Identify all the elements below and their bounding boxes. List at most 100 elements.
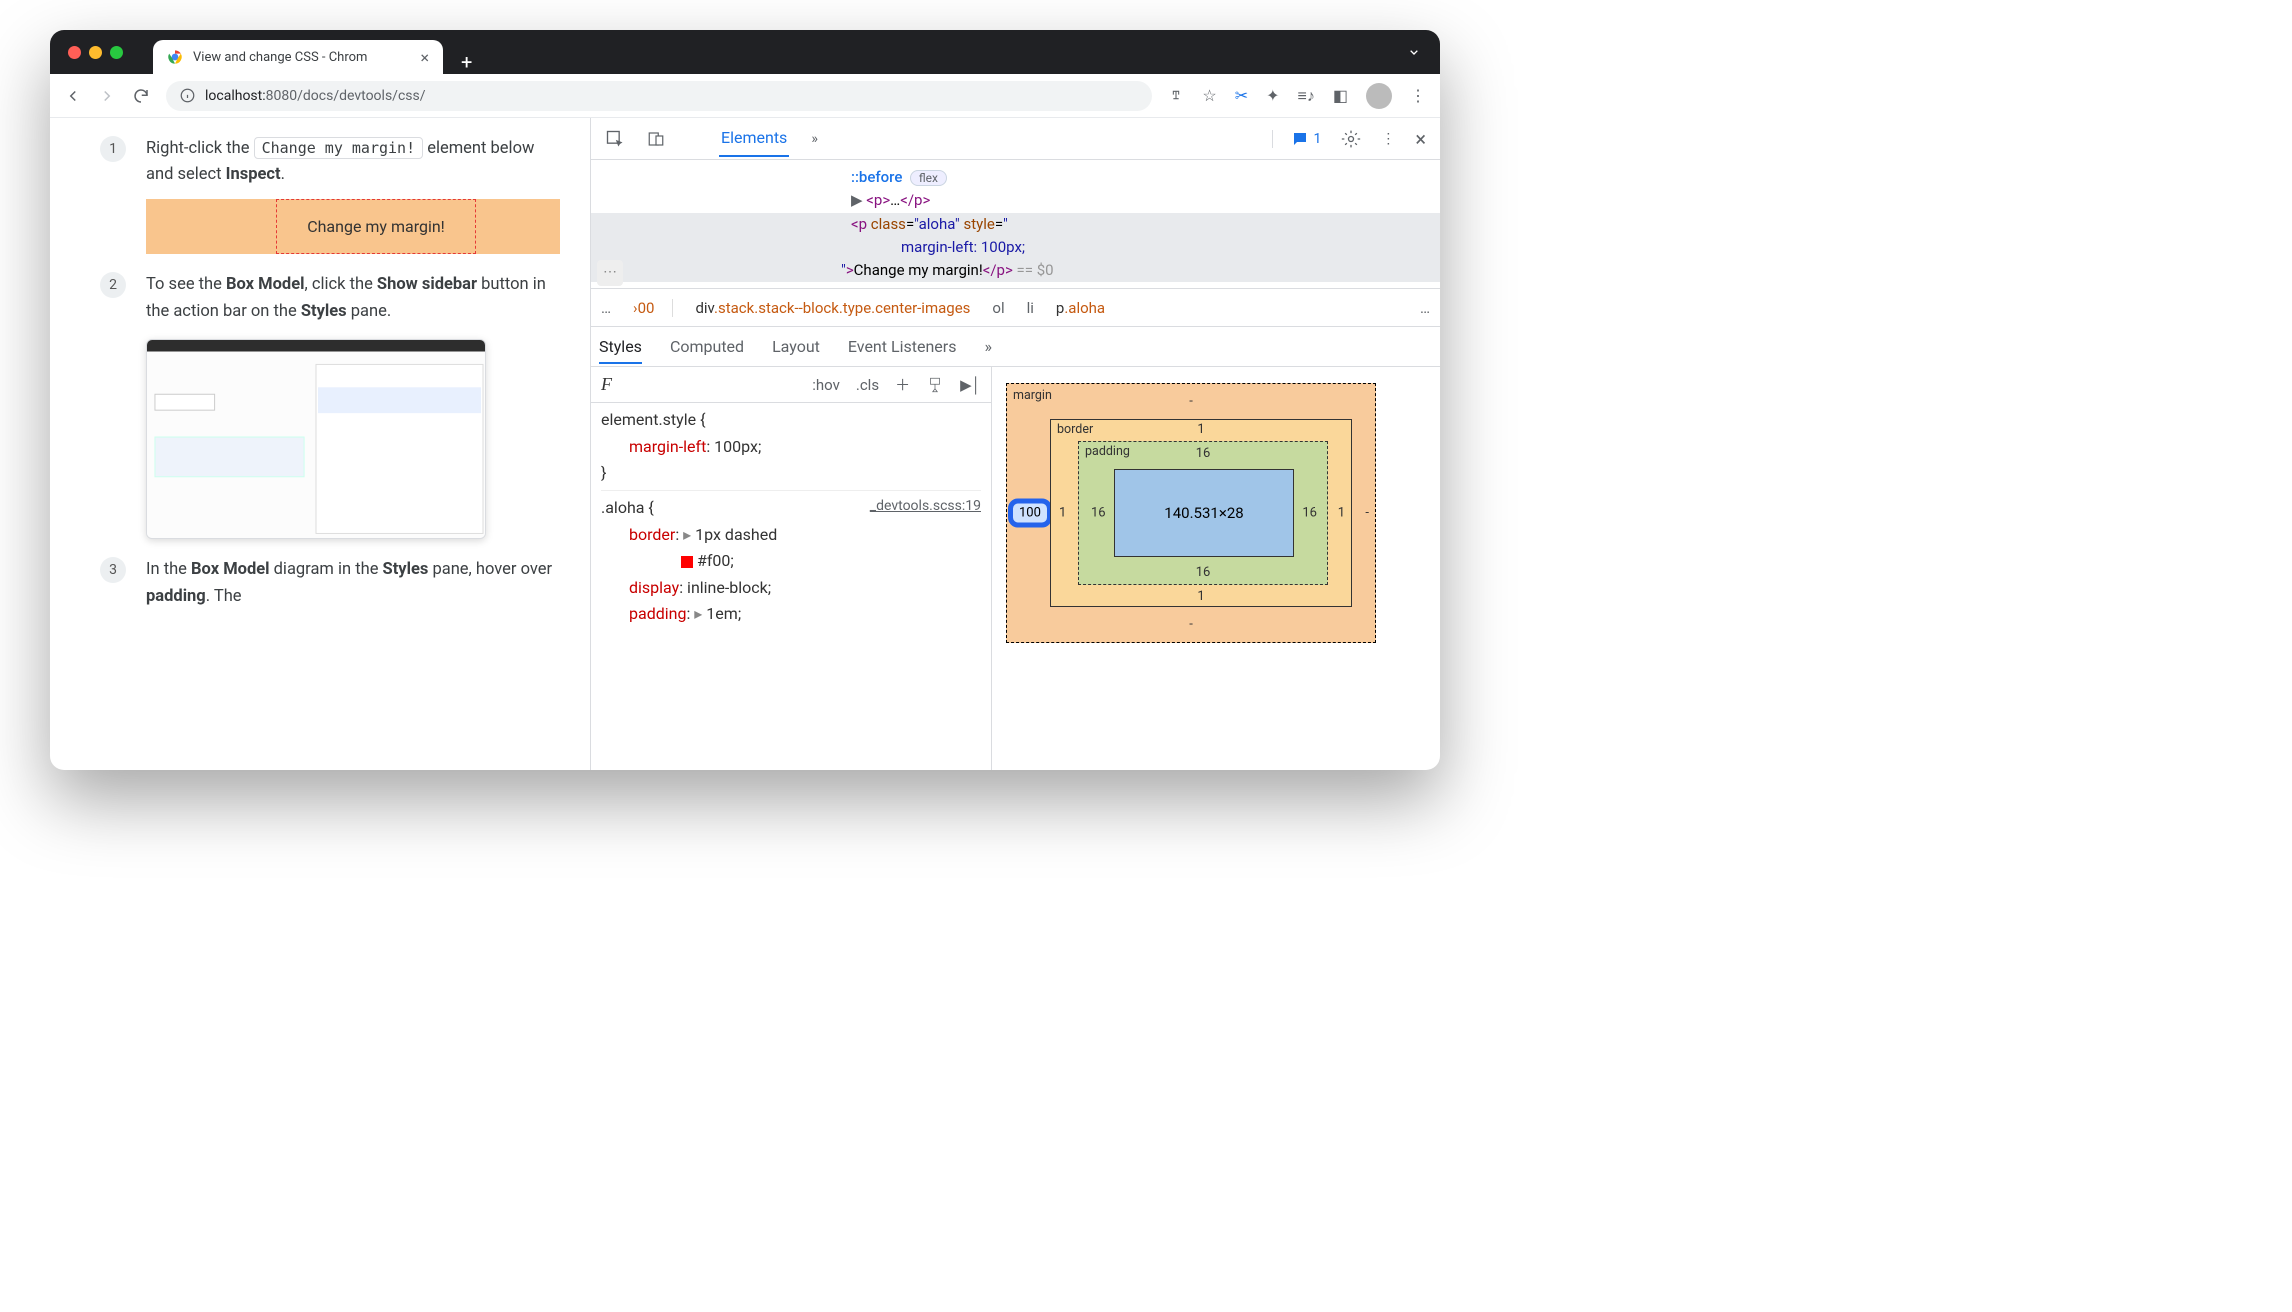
css-val[interactable]: 1em [706, 604, 738, 623]
bc-item-selected[interactable]: p.aloha [1056, 299, 1105, 317]
tab-close-icon[interactable]: × [420, 48, 429, 67]
dom-tree[interactable]: ⋯ ::before flex ▶ <p>…</p> <p class="alo… [591, 160, 1440, 288]
gear-icon[interactable] [1341, 129, 1361, 149]
address-bar[interactable]: localhost:8080/docs/devtools/css/ [166, 81, 1152, 111]
bc-ellipsis: … [1420, 299, 1430, 317]
tab-computed[interactable]: Computed [670, 337, 744, 356]
tab-elements[interactable]: Elements [719, 120, 789, 157]
bm-val[interactable]: - [1189, 617, 1193, 632]
close-window-button[interactable] [68, 46, 81, 59]
toolbar-icons: ☆ ✂ ✦ ≡♪ ◧ ⋮ [1168, 83, 1426, 109]
css-prop[interactable]: display [629, 578, 679, 597]
minimize-window-button[interactable] [89, 46, 102, 59]
sidebar-toggle-icon[interactable]: ▶│ [960, 376, 981, 394]
devtools-close-icon[interactable]: × [1415, 127, 1426, 151]
bc-item[interactable]: li [1027, 299, 1034, 317]
devtools-menu-icon[interactable]: ⋮ [1381, 131, 1395, 147]
maximize-window-button[interactable] [110, 46, 123, 59]
bc-item[interactable]: div.stack.stack--block.type.center-image… [695, 299, 970, 317]
css-val[interactable]: 1px dashed [695, 525, 777, 544]
chevron-down-icon[interactable] [1406, 44, 1422, 60]
step-1: 1 Right-click the Change my margin! elem… [100, 136, 560, 254]
tab-layout[interactable]: Layout [772, 337, 820, 356]
url-host: localhost:8080/docs/devtools/css/ [205, 88, 426, 104]
css-prop[interactable]: border [629, 525, 675, 544]
screenshot-thumbnail [146, 339, 486, 539]
bm-val[interactable]: 1 [1338, 506, 1345, 521]
bm-val[interactable]: 1 [1197, 589, 1204, 604]
dom-selected-node[interactable]: <p class="aloha" style=" [591, 213, 1440, 236]
share-icon[interactable] [1168, 88, 1184, 104]
bm-val[interactable]: 16 [1302, 506, 1317, 521]
text: diagram in the [270, 560, 383, 579]
source-link[interactable]: _devtools.scss:19 [870, 495, 981, 518]
css-rules[interactable]: element.style { margin-left: 100px; } _d… [591, 403, 991, 631]
scissors-icon[interactable]: ✂ [1235, 86, 1248, 105]
demo-element[interactable]: Change my margin! [276, 199, 476, 255]
css-val[interactable]: #f00 [697, 551, 730, 570]
bm-val[interactable]: 16 [1196, 565, 1211, 580]
filter-icon[interactable]: F [601, 374, 612, 395]
bm-val[interactable]: 1 [1059, 506, 1066, 521]
content-area: 1 Right-click the Change my margin! elem… [50, 118, 1440, 770]
dom-ellipsis: … [890, 191, 900, 209]
issues-badge[interactable]: 1 [1272, 130, 1321, 148]
text: . The [206, 587, 242, 606]
step-3: 3 In the Box Model diagram in the Styles… [100, 557, 560, 610]
code-inline: Change my margin! [254, 137, 424, 159]
rule-selector: element.style { [601, 410, 705, 429]
text-bold: Styles [301, 302, 347, 321]
issues-count: 1 [1313, 131, 1321, 147]
bm-val[interactable]: - [1189, 394, 1193, 409]
extensions-icon[interactable]: ✦ [1266, 86, 1279, 105]
text-bold: Box Model [191, 560, 270, 579]
bm-label: padding [1085, 444, 1130, 459]
flex-badge[interactable]: flex [910, 170, 947, 186]
color-swatch[interactable] [681, 556, 693, 568]
text-bold: Box Model [226, 275, 305, 294]
css-val[interactable]: inline-block [687, 578, 768, 597]
inspect-icon[interactable] [605, 129, 625, 149]
bm-content[interactable]: 140.531×28 [1114, 469, 1294, 557]
box-model-pane: margin - - - 100 border 1 1 1 1 [991, 367, 1440, 770]
tab-styles[interactable]: Styles [599, 329, 642, 364]
browser-tab[interactable]: View and change CSS - Chrom × [153, 40, 443, 74]
star-icon[interactable]: ☆ [1202, 86, 1216, 105]
dom-breadcrumb[interactable]: … ›00 div.stack.stack--block.type.center… [591, 288, 1440, 326]
text: In the [146, 560, 191, 579]
more-tabs-icon[interactable]: » [811, 131, 818, 147]
device-toggle-icon[interactable] [647, 130, 665, 148]
text-bold: Styles [383, 560, 429, 579]
reading-list-icon[interactable]: ≡♪ [1298, 86, 1315, 106]
bm-val[interactable]: - [1365, 506, 1369, 521]
bm-margin-left-highlighted[interactable]: 100 [1008, 499, 1052, 528]
devtools-tabbar: Elements » 1 ⋮ × [591, 118, 1440, 160]
bm-val[interactable]: 16 [1091, 506, 1106, 521]
css-prop[interactable]: margin-left [629, 437, 706, 456]
tab-strip: View and change CSS - Chrom × + [153, 30, 472, 74]
new-rule-icon[interactable]: ＋ [895, 374, 910, 395]
css-val[interactable]: 100px [714, 437, 758, 456]
step-number: 2 [100, 272, 126, 298]
styles-filter-bar: F :hov .cls ＋ ▶│ [591, 367, 991, 403]
more-tabs-icon[interactable]: » [984, 337, 992, 356]
dom-overflow-icon[interactable]: ⋯ [597, 260, 623, 286]
bc-item[interactable]: ol [992, 299, 1004, 317]
url-bar: localhost:8080/docs/devtools/css/ ☆ ✂ ✦ … [50, 74, 1440, 118]
bm-val[interactable]: 1 [1197, 422, 1204, 437]
hov-toggle[interactable]: :hov [812, 376, 840, 394]
text: . [281, 165, 285, 184]
reload-button[interactable] [132, 87, 150, 105]
cls-toggle[interactable]: .cls [856, 376, 879, 394]
bm-val[interactable]: 16 [1196, 446, 1211, 461]
box-model-diagram[interactable]: margin - - - 100 border 1 1 1 1 [1006, 383, 1376, 643]
tab-event-listeners[interactable]: Event Listeners [848, 337, 957, 356]
paint-icon[interactable] [926, 376, 944, 394]
back-button[interactable] [64, 87, 82, 105]
profile-avatar[interactable] [1366, 83, 1392, 109]
side-panel-icon[interactable]: ◧ [1333, 86, 1348, 105]
css-prop[interactable]: padding [629, 604, 686, 623]
forward-button[interactable] [98, 87, 116, 105]
chrome-menu-icon[interactable]: ⋮ [1410, 86, 1426, 105]
new-tab-button[interactable]: + [461, 50, 472, 74]
